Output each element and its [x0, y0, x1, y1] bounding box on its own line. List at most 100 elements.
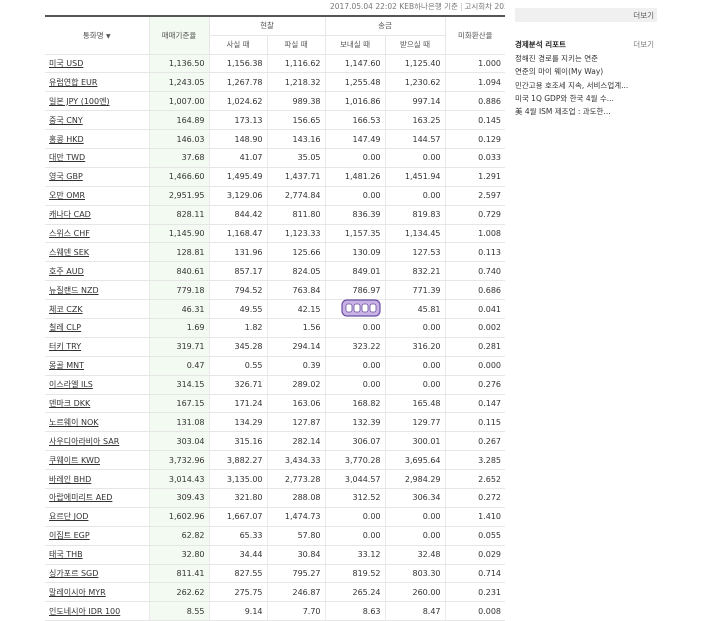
transfer-receive-rate: 3,695.64 [384, 450, 445, 471]
currency-link[interactable]: 캐나다 CAD [49, 210, 91, 219]
currency-link[interactable]: 사우디아라비아 SAR [49, 437, 119, 446]
standard-rate: 37.68 [148, 148, 209, 168]
currency-link[interactable]: 태국 THB [49, 550, 83, 559]
transfer-receive-rate: 819.83 [384, 205, 445, 225]
currency-link[interactable]: 노르웨이 NOK [49, 418, 99, 427]
currency-link[interactable]: 바레인 BHD [49, 475, 91, 484]
currency-link[interactable]: 뉴질랜드 NZD [49, 286, 99, 295]
transfer-receive-rate: 0.00 [384, 318, 445, 338]
currency-link[interactable]: 이스라엘 ILS [49, 380, 93, 389]
transfer-send-rate: 168.82 [324, 394, 385, 414]
cash-sell-rate: 1,123.33 [266, 224, 325, 244]
currency-link[interactable]: 홍콩 HKD [49, 135, 84, 144]
usd-conversion-rate: 0.276 [444, 375, 505, 395]
currency-name: 뉴질랜드 NZD [45, 280, 149, 301]
cash-sell-rate: 1.56 [266, 318, 325, 338]
report-item[interactable]: 美 4월 ISM 제조업 : 과도한... [515, 105, 657, 118]
standard-rate: 1,602.96 [148, 507, 209, 527]
currency-link[interactable]: 호주 AUD [49, 267, 84, 276]
transfer-receive-rate: 300.01 [384, 431, 445, 452]
usd-conversion-rate: 0.115 [444, 412, 505, 433]
currency-link[interactable]: 몽골 MNT [49, 361, 84, 370]
transfer-send-rate: 0.00 [324, 507, 385, 527]
transfer-send-rate: 0.00 [324, 148, 385, 168]
table-row: 이집트 EGP 62.82 65.33 57.80 0.00 0.00 0.055 [45, 526, 505, 546]
transfer-receive-rate: 0.00 [384, 375, 445, 395]
header-cash-sell: 파실 때 [266, 35, 325, 55]
currency-link[interactable]: 대만 TWD [49, 153, 85, 162]
cash-sell-rate: 42.15 [266, 299, 325, 319]
currency-link[interactable]: 쿠웨이트 KWD [49, 456, 100, 465]
usd-conversion-rate: 0.714 [444, 564, 505, 584]
currency-link[interactable]: 칠레 CLP [49, 323, 81, 332]
cash-buy-rate: 1,667.07 [208, 507, 267, 527]
standard-rate: 314.15 [148, 375, 209, 395]
currency-link[interactable]: 미국 USD [49, 59, 83, 68]
usd-conversion-rate: 0.729 [444, 205, 505, 225]
currency-name: 대만 TWD [45, 148, 149, 168]
report-title: 경제분석 리포트 [515, 40, 566, 49]
table-row: 칠레 CLP 1.69 1.82 1.56 0.00 0.00 0.002 [45, 318, 505, 338]
cash-sell-rate: 163.06 [266, 394, 325, 414]
transfer-receive-rate: 316.20 [384, 337, 445, 357]
cash-buy-rate: 844.42 [208, 205, 267, 225]
currency-link[interactable]: 인도네시아 IDR 100 [49, 607, 120, 616]
cash-buy-rate: 3,882.27 [208, 450, 267, 471]
currency-link[interactable]: 스웨덴 SEK [49, 248, 89, 257]
currency-link[interactable]: 중국 CNY [49, 116, 83, 125]
sort-caret-icon: ▼ [105, 32, 111, 40]
report-more-link[interactable]: 더보기 [633, 39, 654, 50]
currency-link[interactable]: 아랍에미리트 AED [49, 493, 112, 502]
usd-conversion-rate: 0.055 [444, 526, 505, 546]
rate-round: 고시회차 203회 [464, 2, 505, 11]
currency-link[interactable]: 오만 OMR [49, 191, 85, 200]
table-row: 싱가포르 SGD 811.41 827.55 795.27 819.52 803.30 0.… [45, 564, 505, 584]
currency-name: 바레인 BHD [45, 469, 149, 489]
transfer-receive-rate: 45.81 [384, 299, 445, 319]
table-row: 체코 CZK46.3149.5542.150.0045.810.041 [45, 299, 505, 319]
cash-buy-rate: 3,129.06 [208, 186, 267, 206]
currency-link[interactable]: 덴마크 DKK [49, 399, 90, 408]
table-row: 요르단 JOD 1,602.96 1,667.07 1,474.73 0.00 0.00 1… [45, 507, 505, 527]
table-row: 뉴질랜드 NZD 779.18 794.52 763.84 786.97 771.39 0.… [45, 280, 505, 301]
header-currency[interactable]: 통화명 ▼ [45, 16, 149, 55]
table-row: 스웨덴 SEK 128.81 131.96 125.66 130.09 127.53 0.1… [45, 242, 505, 263]
currency-link[interactable]: 싱가포르 SGD [49, 569, 98, 578]
currency-link[interactable]: 이집트 EGP [49, 531, 90, 540]
table-row: 인도네시아 IDR 100 8.55 9.14 7.70 8.63 8.47 0.008 [45, 601, 505, 621]
currency-name: 오만 OMR [45, 186, 149, 206]
more-link[interactable]: 더보기 [633, 10, 654, 21]
cash-sell-rate: 824.05 [266, 261, 325, 282]
table-row: 이스라엘 ILS 314.15 326.71 289.02 0.00 0.00 0.276 [45, 375, 505, 395]
currency-link[interactable]: 스위스 CHF [49, 229, 90, 238]
transfer-receive-rate: 0.00 [384, 186, 445, 206]
currency-name: 이집트 EGP [45, 526, 149, 546]
report-item[interactable]: 미국 1Q GDP와 한국 4월 수... [515, 92, 657, 105]
report-item[interactable]: 정해진 경로를 지키는 연준 [515, 52, 657, 65]
usd-conversion-rate: 1.410 [444, 507, 505, 527]
cash-sell-rate: 0.39 [266, 356, 325, 376]
report-item[interactable]: 민간고용 호조세 지속, 서비스업계... [515, 79, 657, 92]
currency-link[interactable]: 요르단 JOD [49, 512, 88, 521]
transfer-receive-rate: 0.00 [384, 356, 445, 376]
table-row: 아랍에미리트 AED 309.43 321.80 288.08 312.52 306.34… [45, 488, 505, 508]
sticker-image [341, 299, 381, 317]
usd-conversion-rate: 1.291 [444, 167, 505, 187]
currency-link[interactable]: 유럽연합 EUR [49, 78, 97, 87]
currency-name: 인도네시아 IDR 100 [45, 601, 149, 621]
table-row: 태국 THB 32.80 34.44 30.84 33.12 32.48 0.029 [45, 545, 505, 565]
header-cash: 현찰 [208, 16, 325, 36]
standard-rate: 1,007.00 [148, 91, 209, 112]
currency-link[interactable]: 체코 CZK [49, 305, 83, 314]
currency-name: 일본 JPY (100엔) [45, 91, 149, 112]
transfer-receive-rate: 260.00 [384, 582, 445, 603]
cash-buy-rate: 1,495.49 [208, 167, 267, 187]
transfer-send-rate: 132.39 [324, 412, 385, 433]
currency-link[interactable]: 일본 JPY (100엔) [49, 97, 110, 106]
report-item[interactable]: 연준의 마이 웨이(My Way) [515, 65, 657, 78]
currency-link[interactable]: 영국 GBP [49, 172, 83, 181]
currency-link[interactable]: 터키 TRY [49, 342, 81, 351]
usd-conversion-rate: 0.147 [444, 394, 505, 414]
currency-link[interactable]: 말레이시아 MYR [49, 588, 106, 597]
header-transfer-send: 보내실 때 [324, 35, 385, 55]
